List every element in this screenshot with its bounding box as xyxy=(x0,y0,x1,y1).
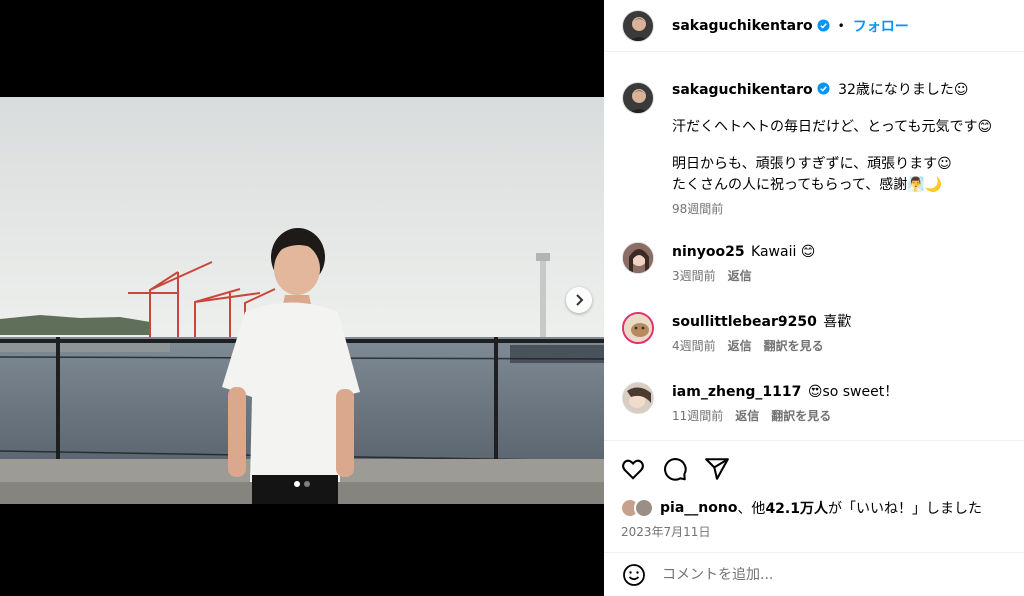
post-photo xyxy=(0,97,604,504)
reply-button[interactable]: 返信 xyxy=(735,407,759,424)
comment-text: 喜歡 xyxy=(823,314,852,330)
comment-text: Kawaii 😊 xyxy=(751,244,816,260)
comment-item: ninyoo25 Kawaii 😊 3週間前 返信 xyxy=(622,242,1018,284)
follow-button[interactable]: フォロー xyxy=(853,16,909,36)
caption: sakaguchikentaro 32歳になりました☺︎ 汗だくヘトヘトの毎日だ… xyxy=(622,82,1018,217)
add-comment-bar xyxy=(604,553,1024,596)
likes-text-a: 、他 xyxy=(737,501,766,517)
next-image-button[interactable] xyxy=(566,287,592,313)
comment-username[interactable]: ninyoo25 xyxy=(672,244,745,260)
comment-text: 😍so sweet！ xyxy=(807,384,899,400)
comment-username[interactable]: iam_zheng_1117 xyxy=(672,384,801,400)
comment-icon[interactable] xyxy=(662,456,688,482)
likes-text-b: が「いいね！」しました xyxy=(827,501,982,517)
post-header: sakaguchikentaro • フォロー xyxy=(604,0,1024,52)
liker-avatar[interactable] xyxy=(634,498,654,518)
caption-line-2: 汗だくヘトヘトの毎日だけど、とっても元気です😊 xyxy=(672,119,993,135)
caption-username[interactable]: sakaguchikentaro xyxy=(672,82,813,98)
caption-line-3: 明日からも、頑張りすぎずに、頑張ります☺︎ xyxy=(672,156,952,172)
carousel-indicator xyxy=(0,481,604,487)
heart-icon[interactable] xyxy=(620,456,646,482)
post-media xyxy=(0,0,604,596)
photo-scene xyxy=(0,97,604,504)
comment-item: soullittlebear9250 喜歡 4週間前 返信 翻訳を見る xyxy=(622,312,1018,354)
action-bar xyxy=(620,456,730,482)
divider xyxy=(604,440,1024,441)
likes-summary: pia__nono 、他 42.1万人 が「いいね！」しました xyxy=(620,498,982,518)
author-username[interactable]: sakaguchikentaro xyxy=(672,18,813,34)
comments-list: sakaguchikentaro 32歳になりました☺︎ 汗だくヘトヘトの毎日だ… xyxy=(604,56,1024,440)
see-translation-button[interactable]: 翻訳を見る xyxy=(771,407,831,424)
carousel-dot xyxy=(304,481,310,487)
emoji-icon[interactable] xyxy=(622,563,646,587)
comment-meta: 3週間前 返信 xyxy=(672,267,815,284)
see-translation-button[interactable]: 翻訳を見る xyxy=(764,337,824,354)
author-avatar[interactable] xyxy=(622,9,654,42)
liker-username[interactable]: pia__nono xyxy=(660,500,737,516)
verified-badge-icon xyxy=(817,82,830,95)
caption-line-1: 32歳になりました☺︎ xyxy=(838,82,969,98)
caption-time[interactable]: 98週間前 xyxy=(672,200,723,217)
commenter-avatar-story[interactable] xyxy=(622,312,654,344)
comment-meta: 4週間前 返信 翻訳を見る xyxy=(672,337,851,354)
header-separator: • xyxy=(837,18,845,33)
reply-button[interactable]: 返信 xyxy=(728,267,752,284)
likes-count[interactable]: 42.1万人 xyxy=(765,498,828,518)
commenter-avatar[interactable] xyxy=(622,382,654,414)
reply-button[interactable]: 返信 xyxy=(728,337,752,354)
post-sidebar: sakaguchikentaro • フォロー sakaguchikentaro… xyxy=(604,0,1024,596)
comment-time[interactable]: 11週間前 xyxy=(672,407,723,424)
commenter-avatar[interactable] xyxy=(622,242,654,274)
comment-time[interactable]: 3週間前 xyxy=(672,267,716,284)
comment-input[interactable] xyxy=(662,566,962,583)
carousel-dot-active xyxy=(294,481,300,487)
comment-username[interactable]: soullittlebear9250 xyxy=(672,314,817,330)
chevron-right-icon xyxy=(576,294,584,306)
post-date[interactable]: 2023年7月11日 xyxy=(621,523,710,540)
comment-meta: 11週間前 返信 翻訳を見る xyxy=(672,407,898,424)
caption-line-4: たくさんの人に祝ってもらって、感謝🧖‍♂️🌙 xyxy=(672,177,943,193)
share-icon[interactable] xyxy=(704,456,730,482)
comment-item: iam_zheng_1117 😍so sweet！ 11週間前 返信 翻訳を見る xyxy=(622,382,1018,424)
caption-meta: 98週間前 xyxy=(672,200,992,217)
comment-time[interactable]: 4週間前 xyxy=(672,337,716,354)
verified-badge-icon xyxy=(817,19,830,32)
caption-avatar[interactable] xyxy=(622,82,654,114)
